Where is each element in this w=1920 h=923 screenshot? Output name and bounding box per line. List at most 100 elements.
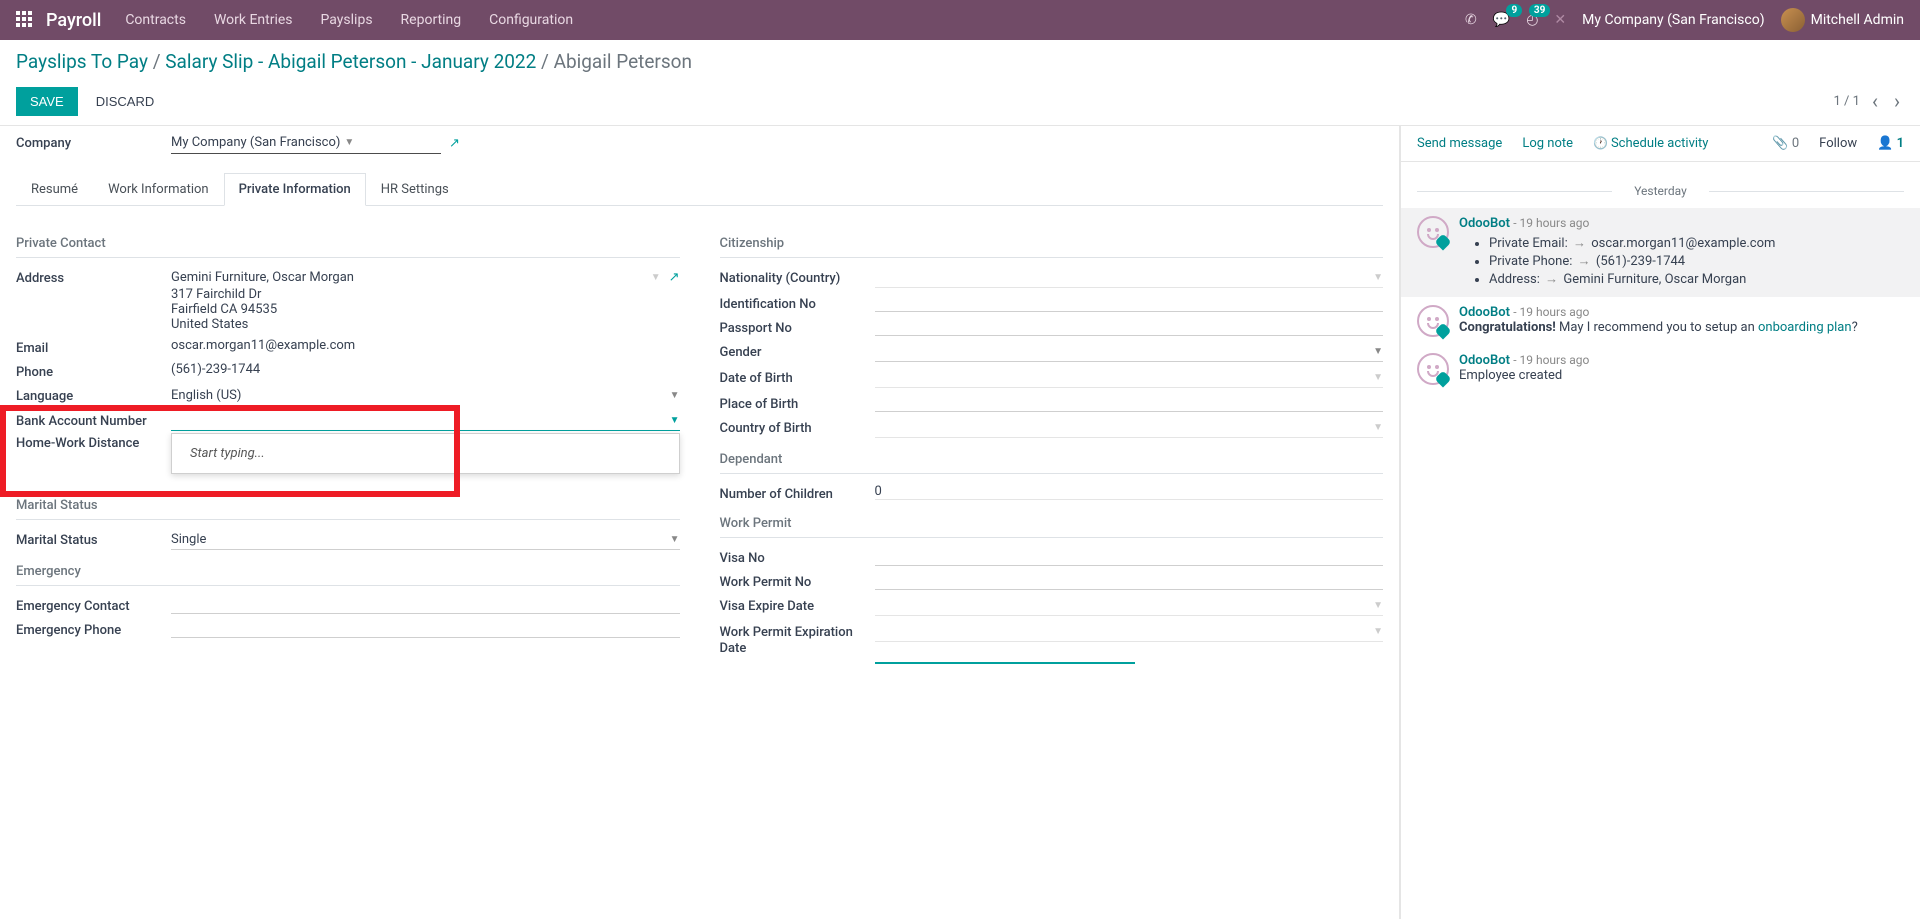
emergency-phone-label: Emergency Phone [16,620,171,638]
cob-select[interactable]: ▼ [875,418,1384,438]
chevron-down-icon: ▼ [1373,600,1383,611]
address-value: Gemini Furniture, Oscar Morgan [171,270,647,285]
tab-hr-settings[interactable]: HR Settings [366,173,464,206]
pager-position: 1 / 1 [1834,94,1860,109]
work-permit-no-input[interactable] [875,572,1384,590]
identification-label: Identification No [720,294,875,312]
nationality-label: Nationality (Country) [720,268,875,286]
external-link-icon[interactable]: ↗ [669,270,680,285]
emergency-phone-input[interactable] [171,620,680,638]
menu-reporting[interactable]: Reporting [401,12,462,28]
section-citizenship: Citizenship [720,236,1384,258]
breadcrumb-current: Abigail Peterson [554,50,692,73]
pager-prev[interactable]: ‹ [1868,89,1882,113]
message-author[interactable]: OdooBot [1459,305,1510,320]
chevron-down-icon: ▼ [651,272,661,283]
cob-label: Country of Birth [720,418,875,436]
external-link-icon[interactable]: ↗ [449,136,460,151]
save-button[interactable]: SAVE [16,87,78,116]
chevron-down-icon: ▼ [1373,272,1383,283]
chevron-down-icon: ▼ [670,390,680,401]
followers-count[interactable]: 👤 1 [1877,136,1904,151]
follow-button[interactable]: Follow [1819,136,1857,151]
bank-account-dropdown[interactable]: Start typing... [171,433,680,474]
passport-input[interactable] [875,318,1384,336]
section-dependant: Dependant [720,452,1384,474]
message-text: Employee created [1459,368,1904,383]
chevron-down-icon: ▼ [670,534,680,545]
breadcrumb-l2[interactable]: Salary Slip - Abigail Peterson - January… [165,50,536,73]
company-select[interactable]: My Company (San Francisco) ▼ [171,132,441,154]
email-value: oscar.morgan11@example.com [171,338,680,353]
pob-input[interactable] [875,394,1384,412]
dropdown-placeholder: Start typing... [190,446,265,461]
marital-status-label: Marital Status [16,530,171,548]
bank-account-select[interactable]: ▼ [171,411,680,431]
phone-value: (561)-239-1744 [171,362,680,377]
attachments-button[interactable]: 📎 0 [1772,136,1799,151]
message-time: - 19 hours ago [1513,216,1589,230]
chatter-panel: Send message Log note Schedule activity … [1400,126,1920,919]
identification-input[interactable] [875,294,1384,312]
teal-separator [875,662,1135,664]
language-select[interactable]: English (US) ▼ [171,386,680,405]
visa-expire-input[interactable]: ▼ [875,596,1384,616]
message-time: - 19 hours ago [1513,353,1589,367]
visa-no-label: Visa No [720,548,875,566]
tab-work-info[interactable]: Work Information [93,173,224,206]
apps-icon[interactable] [16,11,34,29]
message-author[interactable]: OdooBot [1459,216,1510,231]
work-permit-expiry-input[interactable]: ▼ [875,622,1384,642]
marital-status-select[interactable]: Single ▼ [171,530,680,550]
activities-icon[interactable]: ◴39 [1526,12,1538,28]
section-private-contact: Private Contact [16,236,680,258]
dob-label: Date of Birth [720,368,875,386]
visa-no-input[interactable] [875,548,1384,566]
menu-configuration[interactable]: Configuration [489,12,573,28]
address-select[interactable]: Gemini Furniture, Oscar Morgan ▼ ↗ [171,268,680,287]
children-value[interactable]: 0 [875,484,1384,500]
send-message-button[interactable]: Send message [1417,136,1502,151]
gender-label: Gender [720,342,875,360]
gender-select[interactable]: ▼ [875,342,1384,362]
message-item: OdooBot - 19 hours ago Congratulations! … [1417,297,1904,345]
user-name: Mitchell Admin [1811,12,1904,28]
bot-avatar-icon [1417,353,1449,385]
company-label: Company [16,136,171,151]
user-menu[interactable]: Mitchell Admin [1781,8,1904,32]
close-tray-icon[interactable]: ✕ [1554,12,1566,28]
menu-contracts[interactable]: Contracts [125,12,186,28]
emergency-contact-input[interactable] [171,596,680,614]
onboarding-plan-link[interactable]: onboarding plan [1758,320,1852,335]
attach-count: 0 [1792,136,1799,151]
address-line-2: Fairfield CA 94535 [171,302,680,317]
bot-avatar-icon [1417,305,1449,337]
dob-input[interactable]: ▼ [875,368,1384,388]
message-author[interactable]: OdooBot [1459,353,1510,368]
avatar [1781,8,1805,32]
messaging-icon[interactable]: 💬9 [1493,12,1510,28]
pager-next[interactable]: › [1890,89,1904,113]
menu-work-entries[interactable]: Work Entries [214,12,293,28]
phone-icon[interactable]: ✆ [1465,12,1477,28]
activity-badge: 39 [1529,4,1550,17]
discard-button[interactable]: DISCARD [82,87,169,116]
address-line-3: United States [171,317,680,332]
menu-payslips[interactable]: Payslips [321,12,373,28]
log-note-button[interactable]: Log note [1522,136,1573,151]
section-emergency: Emergency [16,564,680,586]
address-line-1: 317 Fairchild Dr [171,287,680,302]
message-item: OdooBot - 19 hours ago Employee created [1417,345,1904,393]
schedule-activity-button[interactable]: Schedule activity [1593,136,1708,151]
emergency-contact-label: Emergency Contact [16,596,171,614]
tab-private-info[interactable]: Private Information [224,173,366,206]
breadcrumb-l1[interactable]: Payslips To Pay [16,50,148,73]
language-label: Language [16,386,171,404]
company-selector[interactable]: My Company (San Francisco) [1582,12,1764,28]
timeline-day-separator: Yesterday [1417,184,1904,198]
nationality-select[interactable]: ▼ [875,268,1384,288]
children-label: Number of Children [720,484,875,502]
app-brand[interactable]: Payroll [46,10,101,31]
work-permit-no-label: Work Permit No [720,572,875,590]
tab-resume[interactable]: Resumé [16,173,93,206]
